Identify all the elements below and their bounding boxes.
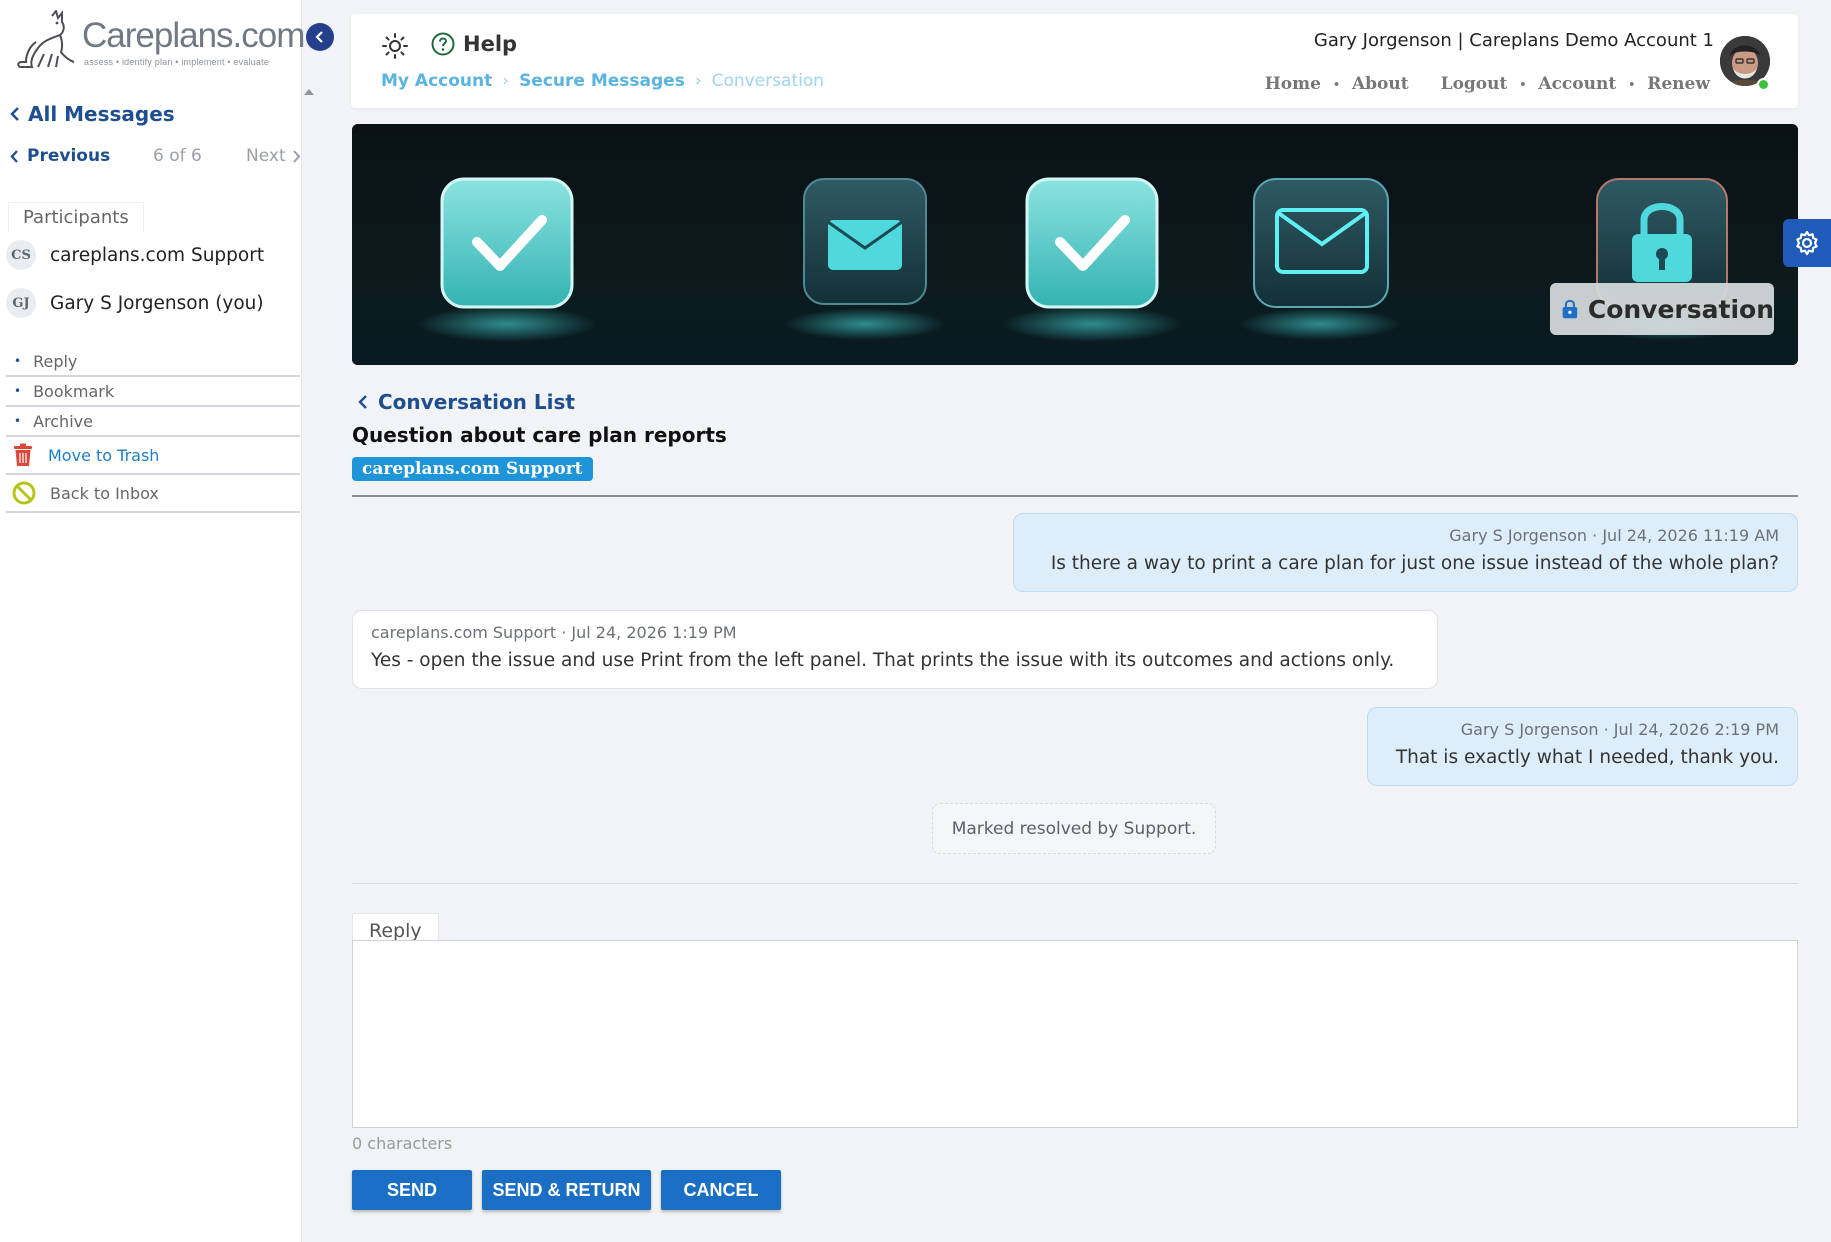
- participant-name: Gary S Jorgenson (you): [50, 292, 264, 314]
- message-meta: careplans.com Support · Jul 24, 2026 1:1…: [371, 623, 737, 642]
- participant-avatar: GJ: [6, 288, 36, 318]
- back-to-inbox-label: Back to Inbox: [50, 483, 159, 503]
- conversation-subject: Question about care plan reports: [352, 423, 727, 447]
- breadcrumb-current: Conversation: [711, 71, 825, 91]
- nav-dot-separator: •: [1519, 77, 1527, 91]
- breadcrumb-my-account[interactable]: My Account: [381, 71, 492, 91]
- check-tile-icon: [1025, 177, 1159, 309]
- chevron-left-icon: [10, 107, 19, 121]
- online-status-dot: [1757, 78, 1770, 91]
- next-label: Next: [246, 146, 286, 166]
- back-to-inbox-action[interactable]: Back to Inbox: [6, 475, 300, 513]
- reply-textarea[interactable]: [352, 940, 1798, 1128]
- brand-name: Careplans.com: [82, 16, 305, 55]
- previous-button[interactable]: Previous: [10, 146, 110, 166]
- chevron-right-icon: [292, 149, 300, 163]
- gear-icon: [1796, 230, 1818, 256]
- chevron-left-icon: [358, 395, 367, 409]
- reply-action[interactable]: Reply: [6, 347, 300, 377]
- breadcrumb: My Account › Secure Messages › Conversat…: [381, 71, 824, 91]
- cat-logo-icon: [17, 10, 75, 68]
- careplans-logo[interactable]: Careplans.com assess • identify plan • i…: [12, 10, 305, 72]
- participant-name: careplans.com Support: [50, 244, 265, 266]
- top-header: Help My Account › Secure Messages › Conv…: [351, 14, 1798, 108]
- send-button[interactable]: SEND: [352, 1170, 472, 1210]
- nav-dot-separator: •: [1628, 77, 1636, 91]
- archive-action-label: Archive: [33, 411, 93, 431]
- padlock-icon: [1562, 299, 1578, 319]
- scroll-up-arrow-icon[interactable]: [303, 86, 315, 98]
- message-text: Is there a way to print a care plan for …: [1050, 553, 1779, 574]
- banner-title-badge: Conversation: [1550, 283, 1774, 335]
- conversation-list-link[interactable]: Conversation List: [358, 390, 575, 414]
- no-entry-icon: [12, 481, 36, 505]
- all-messages-link[interactable]: All Messages: [10, 102, 175, 126]
- next-button[interactable]: Next: [246, 146, 301, 166]
- participants-heading: Participants: [8, 202, 144, 232]
- settings-button[interactable]: [1783, 219, 1831, 267]
- archive-action[interactable]: Archive: [6, 407, 300, 437]
- move-to-trash-label: Move to Trash: [48, 445, 160, 465]
- help-button[interactable]: Help: [431, 32, 517, 56]
- participant-item: CS careplans.com Support: [6, 240, 264, 270]
- participant-item: GJ Gary S Jorgenson (you): [6, 288, 264, 318]
- message-text: Yes - open the issue and use Print from …: [371, 650, 1395, 671]
- envelope-tile-icon: [1253, 178, 1389, 308]
- nav-home[interactable]: Home: [1265, 74, 1321, 94]
- message-text: That is exactly what I needed, thank you…: [1395, 747, 1779, 768]
- message-meta: Gary S Jorgenson · Jul 24, 2026 2:19 PM: [1460, 720, 1779, 739]
- sidebar: Careplans.com assess • identify plan • i…: [0, 0, 314, 1242]
- envelope-tile-icon: [803, 178, 927, 305]
- nav-dot-separator: •: [1332, 77, 1340, 91]
- breadcrumb-separator-icon: ›: [502, 71, 510, 91]
- divider: [352, 495, 1798, 497]
- all-messages-label: All Messages: [28, 102, 175, 126]
- cancel-button[interactable]: CANCEL: [661, 1170, 781, 1210]
- participant-avatar: CS: [6, 240, 36, 270]
- message-actions: Reply Bookmark Archive Move to Trash Bac…: [6, 347, 300, 513]
- help-label: Help: [463, 32, 518, 56]
- bookmark-action-label: Bookmark: [33, 381, 115, 401]
- question-circle-icon: [431, 32, 455, 56]
- bookmark-action[interactable]: Bookmark: [6, 377, 300, 407]
- reply-action-label: Reply: [33, 351, 78, 371]
- breadcrumb-secure-messages[interactable]: Secure Messages: [519, 71, 685, 91]
- recipient-tag: careplans.com Support: [352, 457, 593, 481]
- divider: [352, 883, 1798, 884]
- nav-logout[interactable]: Logout: [1441, 74, 1508, 94]
- message-bubble-sent: Gary S Jorgenson · Jul 24, 2026 11:19 AM…: [1013, 513, 1798, 592]
- chevron-left-icon: [10, 149, 18, 163]
- message-meta: Gary S Jorgenson · Jul 24, 2026 11:19 AM: [1449, 526, 1779, 545]
- collapse-sidebar-button[interactable]: [306, 23, 334, 51]
- character-count: 0 characters: [352, 1134, 453, 1153]
- brand-tagline: assess • identify plan • implement • eva…: [84, 57, 270, 67]
- user-account-line: Gary Jorgenson | Careplans Demo Account …: [1313, 30, 1714, 51]
- conversation-list-label: Conversation List: [378, 390, 575, 414]
- system-note: Marked resolved by Support.: [932, 803, 1216, 854]
- nav-account[interactable]: Account: [1538, 74, 1616, 94]
- message-bubble-sent: Gary S Jorgenson · Jul 24, 2026 2:19 PM …: [1367, 707, 1798, 786]
- check-tile-icon: [440, 177, 574, 309]
- top-nav: Home • About Logout • Account • Renew: [1265, 74, 1710, 94]
- trash-icon: [14, 443, 32, 466]
- previous-label: Previous: [27, 146, 111, 166]
- banner-title: Conversation: [1587, 294, 1774, 324]
- move-to-trash-action[interactable]: Move to Trash: [6, 437, 300, 475]
- chevron-left-icon: [315, 31, 323, 43]
- message-bubble-received: careplans.com Support · Jul 24, 2026 1:1…: [352, 610, 1438, 689]
- pager-count: 6 of 6: [153, 146, 202, 166]
- sun-icon[interactable]: [381, 32, 409, 60]
- nav-renew[interactable]: Renew: [1647, 74, 1710, 94]
- send-and-return-button[interactable]: SEND & RETURN: [482, 1170, 651, 1210]
- nav-about[interactable]: About: [1352, 74, 1409, 94]
- message-pager: Previous 6 of 6 Next: [10, 146, 306, 170]
- breadcrumb-separator-icon: ›: [694, 71, 702, 91]
